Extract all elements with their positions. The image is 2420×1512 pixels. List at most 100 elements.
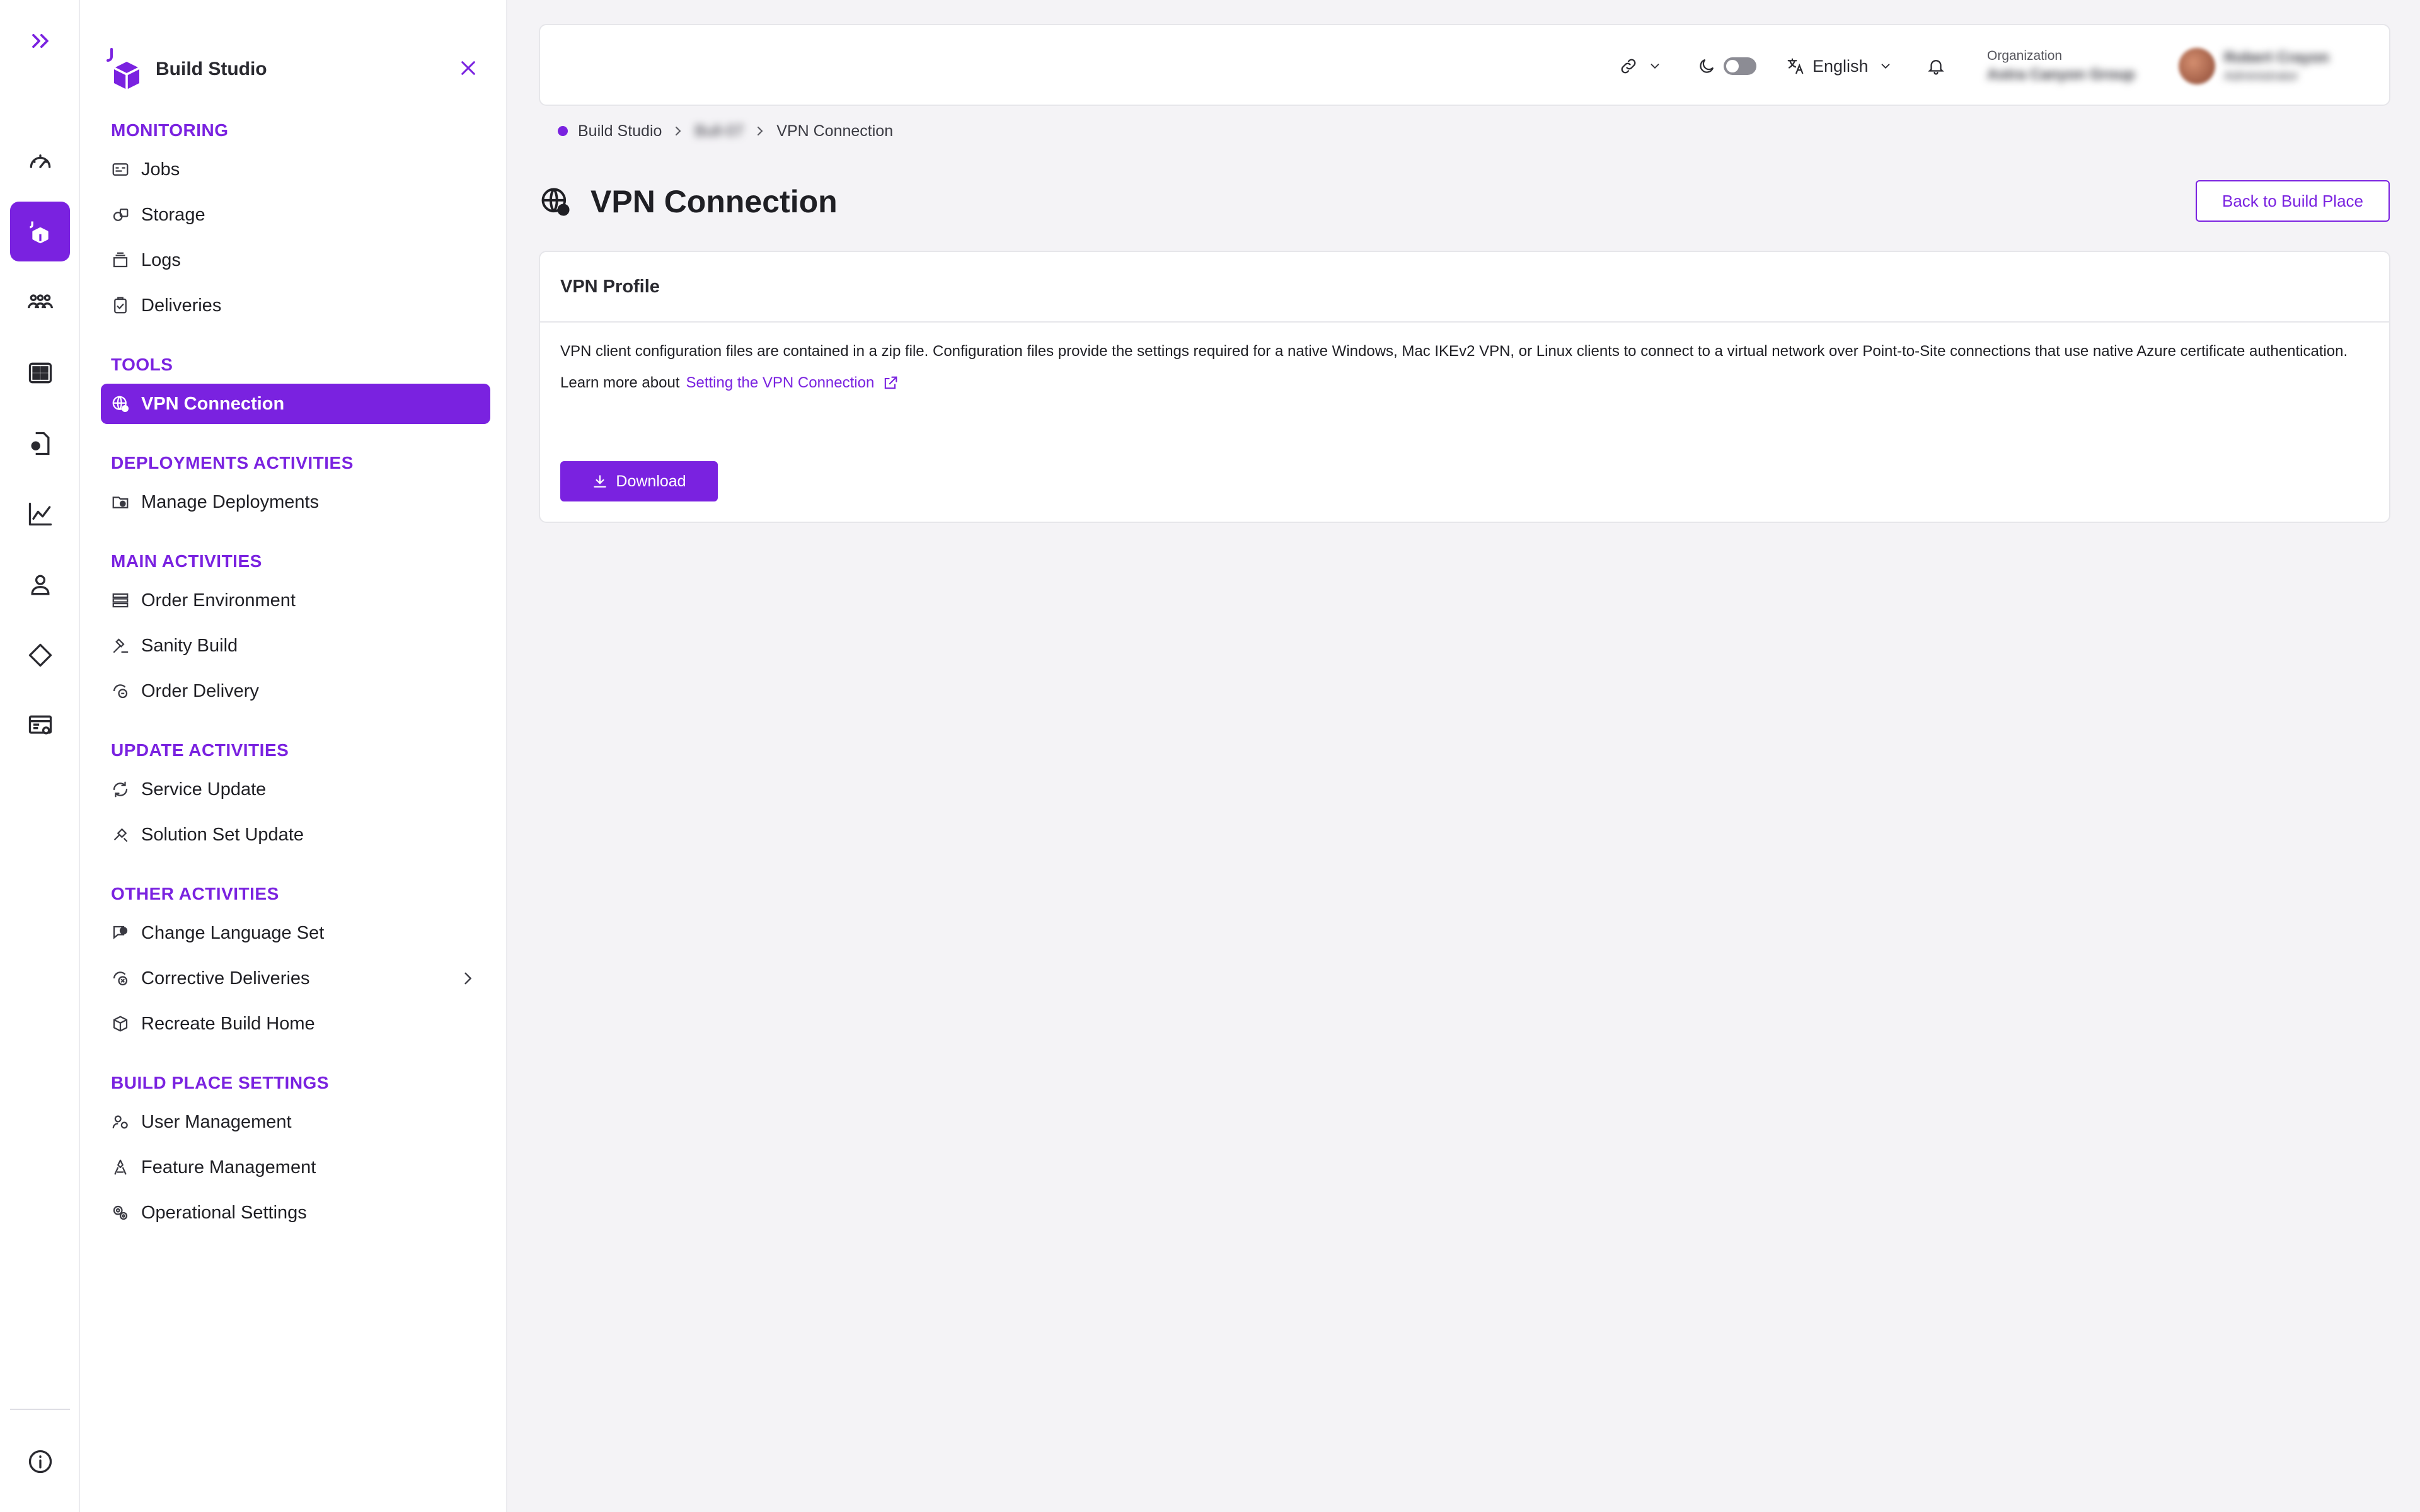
sidebar-item-recreate-build-home[interactable]: Recreate Build Home <box>101 1004 490 1044</box>
close-icon <box>461 61 475 75</box>
breadcrumb: Build Studio Bull-07 VPN Connection <box>558 120 893 142</box>
section-title-other-activities: OTHER ACTIVITIES <box>111 884 279 903</box>
sanity-build-icon <box>113 638 129 653</box>
side-navigation: Build Studio MONITORING Jobs Storage Log… <box>80 0 507 1512</box>
notifications-button[interactable] <box>1927 25 1945 107</box>
brand: Build Studio <box>99 44 267 94</box>
order-environment-icon <box>112 593 129 608</box>
sidebar-item-label: Logs <box>141 249 181 270</box>
dark-mode-toggle[interactable] <box>1697 25 1756 107</box>
back-to-build-place-button[interactable]: Back to Build Place <box>2196 180 2390 222</box>
rail-item-info[interactable] <box>10 1431 70 1491</box>
user-management-icon <box>112 1115 128 1129</box>
organization-selector[interactable]: Organization Astra Canyon Group <box>1987 25 2135 107</box>
document-user-icon <box>31 432 49 455</box>
rail-item-diamond[interactable] <box>10 625 70 685</box>
chevron-right-icon <box>676 127 681 135</box>
language-selector[interactable]: English <box>1786 25 1893 107</box>
download-button[interactable]: Download <box>560 461 718 501</box>
avatar <box>2179 48 2215 84</box>
rail-item-documents[interactable] <box>10 413 70 473</box>
expand-rail-button[interactable] <box>10 11 70 71</box>
vpn-globe-icon <box>112 396 129 412</box>
top-header: English Organization Astra Canyon Group … <box>539 24 2390 106</box>
rail-item-build-studio[interactable] <box>10 202 70 261</box>
breadcrumb-dot <box>558 126 568 136</box>
diamond-icon <box>28 643 52 667</box>
deliveries-icon <box>114 297 127 314</box>
vpn-globe-icon <box>541 188 570 216</box>
section-title-update-activities: UPDATE ACTIVITIES <box>111 740 289 760</box>
bell-icon <box>1928 60 1944 75</box>
sidebar-item-sanity-build[interactable]: Sanity Build <box>101 626 490 666</box>
organization-label: Organization <box>1987 49 2063 63</box>
corrective-deliveries-icon <box>113 971 128 986</box>
chevron-right-icon <box>758 127 763 135</box>
rail-item-dashboard[interactable] <box>10 131 70 191</box>
sidebar-item-vpn-connection[interactable]: VPN Connection <box>101 384 490 424</box>
sidebar-item-label: Jobs <box>141 159 180 180</box>
breadcrumb-current: VPN Connection <box>776 122 894 140</box>
sidebar-item-solution-set-update[interactable]: Solution Set Update <box>101 815 490 855</box>
learn-more-prefix: Learn more about <box>560 374 680 391</box>
sidebar-item-label: Storage <box>141 204 205 225</box>
sidebar-item-order-delivery[interactable]: Order Delivery <box>101 671 490 711</box>
card-description: VPN client configuration files are conta… <box>560 343 2348 360</box>
section-title-deployments: DEPLOYMENTS ACTIVITIES <box>111 453 354 472</box>
user-profile-menu[interactable]: Robert Crayon Administrator <box>2179 25 2329 107</box>
rail-item-grid[interactable] <box>10 343 70 403</box>
sidebar-item-storage[interactable]: Storage <box>101 195 490 235</box>
sidebar-item-label: Order Environment <box>141 590 296 610</box>
person-icon <box>31 575 49 595</box>
order-delivery-icon <box>113 684 128 699</box>
rail-divider <box>10 1409 70 1410</box>
moon-icon <box>1700 59 1714 73</box>
rail-item-analytics[interactable] <box>10 484 70 544</box>
setting-vpn-connection-link[interactable]: Setting the VPN Connection <box>686 372 874 394</box>
settings-panel-icon <box>28 715 52 735</box>
section-title-main-activities: MAIN ACTIVITIES <box>111 551 262 571</box>
section-title-tools: TOOLS <box>111 355 173 374</box>
rail-item-users[interactable] <box>10 272 70 332</box>
analytics-chart-icon <box>28 502 52 525</box>
sidebar-item-logs[interactable]: Logs <box>101 240 490 280</box>
operational-settings-icon <box>113 1205 128 1220</box>
sidebar-item-user-management[interactable]: User Management <box>101 1102 490 1142</box>
chevron-down-icon <box>1881 64 1889 69</box>
storage-icon <box>113 209 129 221</box>
rail-item-settings[interactable] <box>10 696 70 755</box>
sidebar-item-manage-deployments[interactable]: Manage Deployments <box>101 482 490 522</box>
rail-item-person[interactable] <box>10 554 70 614</box>
sidebar-item-label: Feature Management <box>141 1157 316 1177</box>
toggle-switch[interactable] <box>1724 57 1756 75</box>
sidebar-item-jobs[interactable]: Jobs <box>101 149 490 190</box>
sidebar-item-feature-management[interactable]: Feature Management <box>101 1147 490 1188</box>
feature-management-icon <box>114 1159 127 1175</box>
jobs-icon <box>112 163 129 176</box>
build-studio-icon <box>29 221 49 243</box>
user-role: Administrator <box>2224 69 2298 83</box>
user-name: Robert Crayon <box>2224 49 2329 66</box>
sidebar-item-order-environment[interactable]: Order Environment <box>101 580 490 621</box>
link-menu-button[interactable] <box>1619 25 1662 107</box>
sidebar-item-operational-settings[interactable]: Operational Settings <box>101 1193 490 1233</box>
sidebar-item-label: Recreate Build Home <box>141 1013 315 1034</box>
breadcrumb-root-link[interactable]: Build Studio <box>578 122 662 140</box>
sidebar-item-corrective-deliveries[interactable]: Corrective Deliveries <box>101 958 490 999</box>
users-icon <box>27 294 53 308</box>
breadcrumb-middle-link[interactable]: Bull-07 <box>694 122 744 140</box>
sidebar-item-service-update[interactable]: Service Update <box>101 769 490 810</box>
chevron-right-icon <box>464 972 472 985</box>
close-sidebar-button[interactable] <box>456 55 481 81</box>
organization-name: Astra Canyon Group <box>1987 66 2135 83</box>
external-link-icon[interactable] <box>882 374 899 392</box>
section-title-build-place-settings: BUILD PLACE SETTINGS <box>111 1073 330 1092</box>
recreate-build-home-icon <box>113 1016 128 1032</box>
icon-rail <box>0 0 80 1512</box>
page-header: VPN Connection <box>539 180 838 224</box>
sidebar-item-deliveries[interactable]: Deliveries <box>101 285 490 326</box>
solution-set-update-icon <box>114 828 128 842</box>
service-update-icon <box>113 781 128 798</box>
sidebar-item-label: Sanity Build <box>141 635 238 656</box>
sidebar-item-change-language-set[interactable]: Change Language Set <box>101 913 490 953</box>
